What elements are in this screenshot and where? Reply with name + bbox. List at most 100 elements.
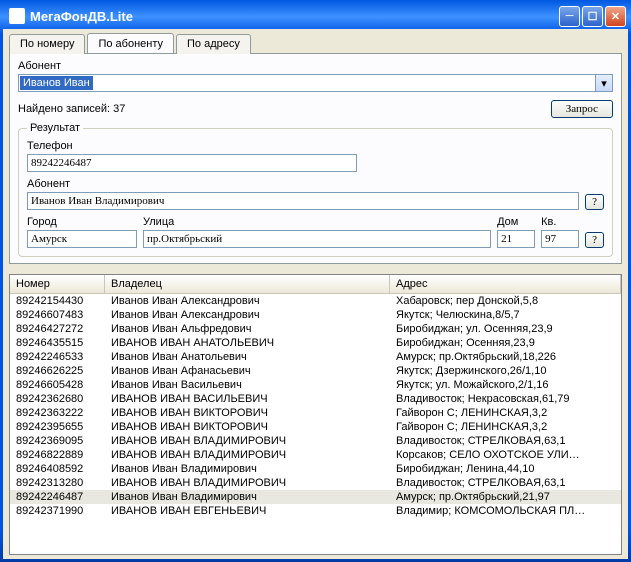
tab-by-subscriber[interactable]: По абоненту xyxy=(87,33,174,53)
grid-body[interactable]: 89242154430Иванов Иван АлександровичХаба… xyxy=(10,294,621,554)
cell-owner: ИВАНОВ ИВАН ЕВГЕНЬЕВИЧ xyxy=(105,504,390,518)
found-count: Найдено записей: 37 xyxy=(18,103,551,115)
cell-number: 89242363222 xyxy=(10,406,105,420)
address-help-button[interactable]: ? xyxy=(585,232,604,248)
city-field[interactable] xyxy=(27,230,137,248)
tab-by-number[interactable]: По номеру xyxy=(9,34,85,54)
cell-owner: Иванов Иван Анатольевич xyxy=(105,350,390,364)
cell-owner: ИВАНОВ ИВАН ВЛАДИМИРОВИЧ xyxy=(105,448,390,462)
table-row[interactable]: 89242246487Иванов Иван ВладимировичАмурс… xyxy=(10,490,621,504)
subscriber-result-label: Абонент xyxy=(27,178,604,190)
cell-address: Гайворон С; ЛЕНИНСКАЯ,3,2 xyxy=(390,420,621,434)
cell-number: 89246605428 xyxy=(10,378,105,392)
maximize-button[interactable]: ☐ xyxy=(582,6,603,27)
cell-owner: Иванов Иван Александрович xyxy=(105,294,390,308)
search-panel: Абонент Иванов Иван ▾ Найдено записей: 3… xyxy=(9,53,622,264)
cell-number: 89246626225 xyxy=(10,364,105,378)
query-button[interactable]: Запрос xyxy=(551,100,613,118)
cell-number: 89246427272 xyxy=(10,322,105,336)
app-icon xyxy=(9,8,25,24)
cell-number: 89246607483 xyxy=(10,308,105,322)
tabs: По номеру По абоненту По адресу xyxy=(9,33,622,53)
cell-address: Гайворон С; ЛЕНИНСКАЯ,3,2 xyxy=(390,406,621,420)
cell-number: 89242395655 xyxy=(10,420,105,434)
cell-owner: Иванов Иван Васильевич xyxy=(105,378,390,392)
cell-address: Биробиджан; Осенняя,23,9 xyxy=(390,336,621,350)
cell-address: Хабаровск; пер Донской,5,8 xyxy=(390,294,621,308)
table-row[interactable]: 89242371990ИВАНОВ ИВАН ЕВГЕНЬЕВИЧВладими… xyxy=(10,504,621,518)
col-header-number[interactable]: Номер xyxy=(10,275,105,293)
house-label: Дом xyxy=(497,216,535,228)
table-row[interactable]: 89246435515ИВАНОВ ИВАН АНАТОЛЬЕВИЧБироби… xyxy=(10,336,621,350)
cell-owner: ИВАНОВ ИВАН ВЛАДИМИРОВИЧ xyxy=(105,434,390,448)
table-row[interactable]: 89246822889ИВАНОВ ИВАН ВЛАДИМИРОВИЧКорса… xyxy=(10,448,621,462)
table-row[interactable]: 89242395655ИВАНОВ ИВАН ВИКТОРОВИЧГайворо… xyxy=(10,420,621,434)
apt-label: Кв. xyxy=(541,216,579,228)
city-label: Город xyxy=(27,216,137,228)
table-row[interactable]: 89242362680ИВАНОВ ИВАН ВАСИЛЬЕВИЧВладиво… xyxy=(10,392,621,406)
cell-address: Якутск; ул. Можайского,2/1,16 xyxy=(390,378,621,392)
cell-owner: ИВАНОВ ИВАН АНАТОЛЬЕВИЧ xyxy=(105,336,390,350)
col-header-address[interactable]: Адрес xyxy=(390,275,621,293)
col-header-owner[interactable]: Владелец xyxy=(105,275,390,293)
cell-number: 89242362680 xyxy=(10,392,105,406)
table-row[interactable]: 89242363222ИВАНОВ ИВАН ВИКТОРОВИЧГайворо… xyxy=(10,406,621,420)
cell-owner: Иванов Иван Афанасьевич xyxy=(105,364,390,378)
titlebar[interactable]: МегаФонДВ.Lite ─ ☐ ✕ xyxy=(3,3,628,29)
table-row[interactable]: 89246408592Иванов Иван ВладимировичБироб… xyxy=(10,462,621,476)
table-row[interactable]: 89242246533Иванов Иван АнатольевичАмурск… xyxy=(10,350,621,364)
cell-address: Якутск; Дзержинского,26/1,10 xyxy=(390,364,621,378)
results-grid: Номер Владелец Адрес 89242154430Иванов И… xyxy=(9,274,622,555)
cell-address: Владимир; КОМСОМОЛЬСКАЯ ПЛ… xyxy=(390,504,621,518)
cell-address: Владивосток; СТРЕЛКОВАЯ,63,1 xyxy=(390,476,621,490)
cell-address: Амурск; пр.Октябрьский,18,226 xyxy=(390,350,621,364)
cell-number: 89242154430 xyxy=(10,294,105,308)
cell-owner: ИВАНОВ ИВАН ВИКТОРОВИЧ xyxy=(105,406,390,420)
subscriber-field[interactable] xyxy=(27,192,579,210)
cell-owner: Иванов Иван Александрович xyxy=(105,308,390,322)
table-row[interactable]: 89242369095ИВАНОВ ИВАН ВЛАДИМИРОВИЧВлади… xyxy=(10,434,621,448)
subscriber-combo[interactable]: Иванов Иван ▾ xyxy=(18,74,613,92)
close-button[interactable]: ✕ xyxy=(605,6,626,27)
cell-owner: ИВАНОВ ИВАН ВАСИЛЬЕВИЧ xyxy=(105,392,390,406)
table-row[interactable]: 89246605428Иванов Иван ВасильевичЯкутск;… xyxy=(10,378,621,392)
cell-address: Владивосток; СТРЕЛКОВАЯ,63,1 xyxy=(390,434,621,448)
cell-number: 89242313280 xyxy=(10,476,105,490)
cell-address: Биробиджан; Ленина,44,10 xyxy=(390,462,621,476)
cell-address: Корсаков; СЕЛО ОХОТСКОЕ УЛИ… xyxy=(390,448,621,462)
cell-owner: Иванов Иван Владимирович xyxy=(105,490,390,504)
chevron-down-icon[interactable]: ▾ xyxy=(596,74,613,92)
search-label: Абонент xyxy=(18,60,613,72)
cell-address: Якутск; Челюскина,8/5,7 xyxy=(390,308,621,322)
cell-owner: Иванов Иван Альфредович xyxy=(105,322,390,336)
table-row[interactable]: 89246626225Иванов Иван АфанасьевичЯкутск… xyxy=(10,364,621,378)
cell-address: Владивосток; Некрасовская,61,79 xyxy=(390,392,621,406)
subscriber-combo-value: Иванов Иван xyxy=(20,76,93,90)
minimize-button[interactable]: ─ xyxy=(559,6,580,27)
cell-number: 89246822889 xyxy=(10,448,105,462)
result-group: Результат Телефон Абонент ? Город xyxy=(18,122,613,257)
table-row[interactable]: 89242154430Иванов Иван АлександровичХаба… xyxy=(10,294,621,308)
apt-field[interactable] xyxy=(541,230,579,248)
cell-number: 89246435515 xyxy=(10,336,105,350)
window-title: МегаФонДВ.Lite xyxy=(30,9,133,24)
cell-owner: ИВАНОВ ИВАН ВИКТОРОВИЧ xyxy=(105,420,390,434)
tab-by-address[interactable]: По адресу xyxy=(176,34,251,54)
cell-address: Биробиджан; ул. Осенняя,23,9 xyxy=(390,322,621,336)
result-legend: Результат xyxy=(27,122,83,134)
cell-number: 89242246487 xyxy=(10,490,105,504)
street-field[interactable] xyxy=(143,230,491,248)
cell-number: 89242371990 xyxy=(10,504,105,518)
client-area: По номеру По абоненту По адресу Абонент … xyxy=(3,29,628,559)
table-row[interactable]: 89246607483Иванов Иван АлександровичЯкут… xyxy=(10,308,621,322)
table-row[interactable]: 89246427272Иванов Иван АльфредовичБироби… xyxy=(10,322,621,336)
subscriber-help-button[interactable]: ? xyxy=(585,194,604,210)
cell-owner: Иванов Иван Владимирович xyxy=(105,462,390,476)
phone-label: Телефон xyxy=(27,140,604,152)
app-window: МегаФонДВ.Lite ─ ☐ ✕ По номеру По абонен… xyxy=(0,0,631,562)
cell-number: 89246408592 xyxy=(10,462,105,476)
house-field[interactable] xyxy=(497,230,535,248)
table-row[interactable]: 89242313280ИВАНОВ ИВАН ВЛАДИМИРОВИЧВлади… xyxy=(10,476,621,490)
phone-field[interactable] xyxy=(27,154,357,172)
cell-owner: ИВАНОВ ИВАН ВЛАДИМИРОВИЧ xyxy=(105,476,390,490)
